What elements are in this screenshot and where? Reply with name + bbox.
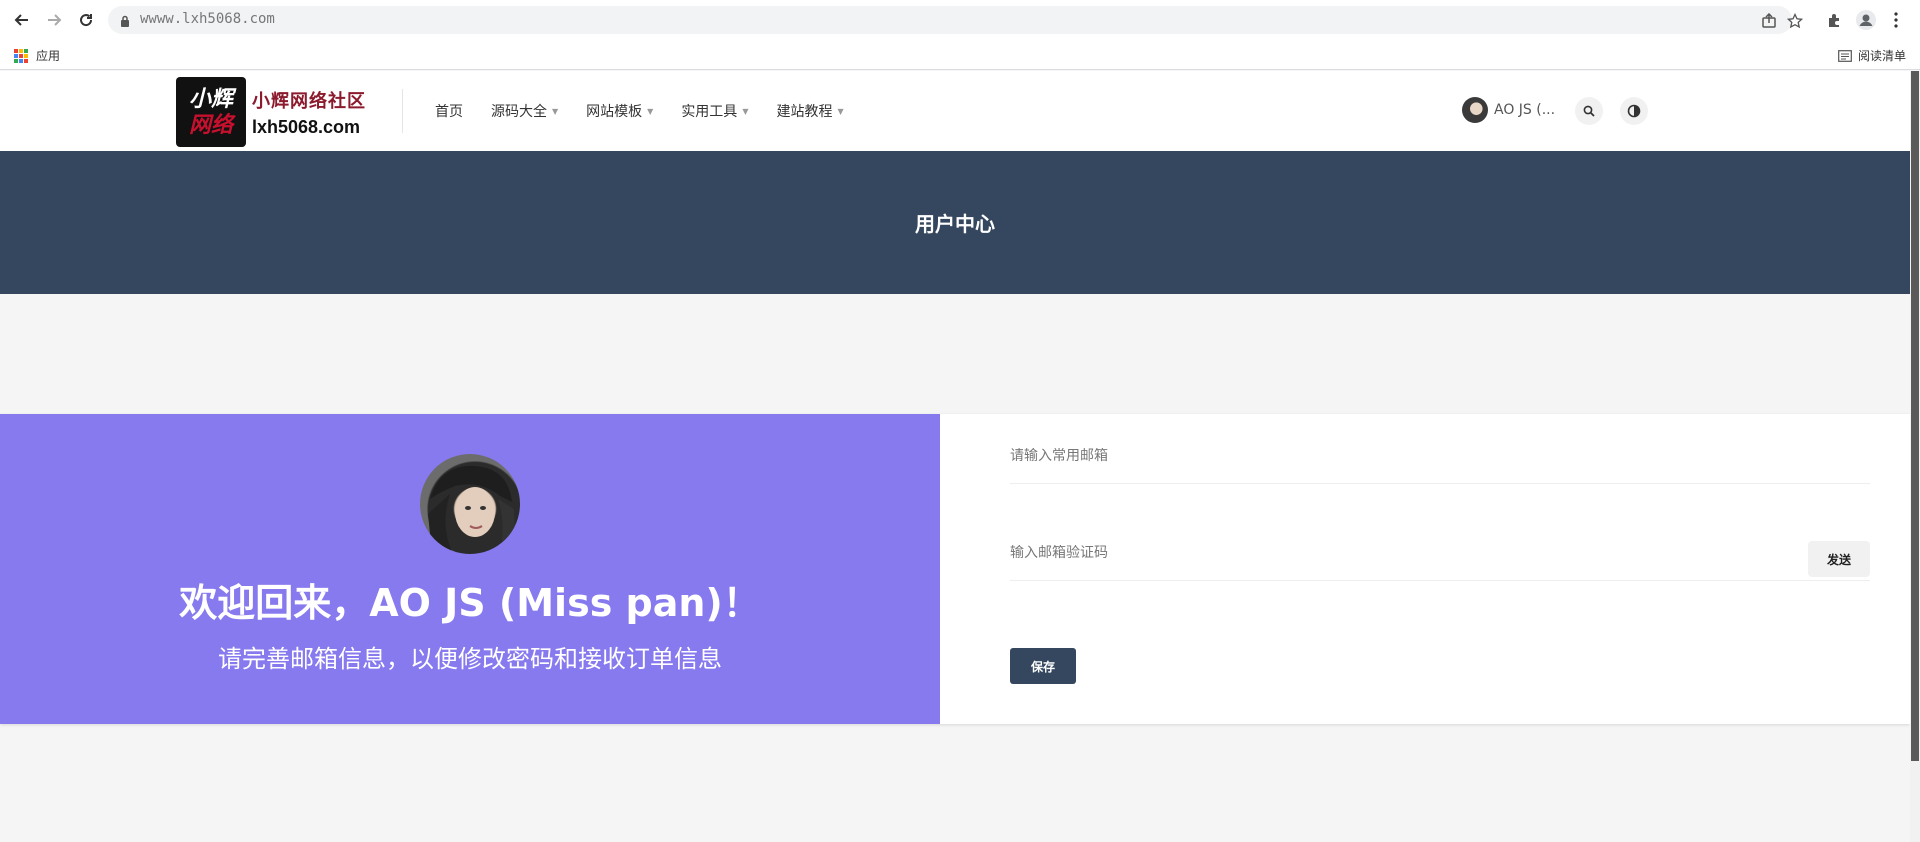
logo-cn-name: 小辉网络社区 [252,90,366,112]
address-bar[interactable]: wwww.lxh5068.com [108,6,1803,34]
profile-card: 欢迎回来，AO JS (Miss pan)！ 请完善邮箱信息，以便修改密码和接收… [0,414,1910,724]
reading-list-icon [1838,49,1852,62]
send-code-button[interactable]: 发送 [1808,541,1870,577]
site-logo[interactable]: 小辉 网络 小辉网络社区 lxh5068.com [176,77,366,147]
menu-item-tools[interactable]: 实用工具 ▼ [681,101,748,121]
site-header: 小辉 网络 小辉网络社区 lxh5068.com 首页 源码大全 ▼ 网站模板 … [0,71,1910,151]
logo-text: 小辉网络社区 lxh5068.com [252,87,366,138]
user-menu[interactable]: AO JS (... [1462,97,1555,123]
welcome-heading: 欢迎回来，AO JS (Miss pan)！ [179,581,761,625]
back-icon[interactable] [10,8,34,32]
apps-label: 应用 [36,49,61,63]
forward-icon[interactable] [42,8,66,32]
menu-item-label: 首页 [435,104,463,120]
menu-item-label: 源码大全 [491,104,547,120]
main-menu: 首页 源码大全 ▼ 网站模板 ▼ 实用工具 ▼ 建站教程 ▼ [435,101,844,121]
menu-item-templates[interactable]: 网站模板 ▼ [586,101,653,121]
bookmarks-bar: 应用 阅读清单 [0,40,1920,70]
chevron-down-icon: ▼ [647,106,654,116]
profile-icon[interactable] [1854,8,1878,32]
menu-item-label: 网站模板 [586,104,643,120]
lock-icon [120,13,130,32]
verification-code-row: 发送 [1010,531,1870,581]
theme-toggle-icon [1627,104,1641,118]
logo-badge: 小辉 网络 [176,77,246,147]
user-name: AO JS (... [1494,102,1556,118]
star-icon[interactable] [1786,12,1804,30]
welcome-subtitle: 请完善邮箱信息，以便修改密码和接收订单信息 [218,645,722,673]
chevron-down-icon: ▼ [742,106,749,116]
chevron-down-icon: ▼ [552,106,559,116]
reload-icon[interactable] [74,8,98,32]
browser-toolbar: wwww.lxh5068.com [0,0,1920,40]
bookmark-apps[interactable]: 应用 [14,47,60,64]
chevron-down-icon: ▼ [837,106,844,116]
logo-badge-line1: 小辉 [188,86,233,112]
logo-badge-line2: 网络 [188,112,233,138]
apps-grid-icon [14,48,28,63]
welcome-panel: 欢迎回来，AO JS (Miss pan)！ 请完善邮箱信息，以便修改密码和接收… [0,414,940,724]
menu-item-source-code[interactable]: 源码大全 ▼ [491,101,558,121]
search-button[interactable] [1575,97,1603,125]
search-icon [1583,105,1595,117]
share-icon[interactable] [1760,12,1778,30]
avatar[interactable] [420,454,520,554]
reading-list-label: 阅读清单 [1857,49,1906,63]
menu-kebab-icon[interactable] [1884,8,1908,32]
theme-toggle-button[interactable] [1620,97,1648,125]
header-divider [402,89,403,133]
menu-item-label: 建站教程 [776,104,833,120]
url-text: wwww.lxh5068.com [140,11,275,27]
menu-item-tutorials[interactable]: 建站教程 ▼ [776,101,843,121]
page-title: 用户中心 [915,212,995,236]
extensions-icon[interactable] [1822,8,1846,32]
save-button[interactable]: 保存 [1010,648,1076,684]
menu-item-label: 实用工具 [681,104,738,120]
email-row [1010,434,1870,484]
page-hero: 用户中心 [0,151,1910,294]
scrollbar-thumb[interactable] [1911,71,1919,761]
email-field[interactable] [1010,448,1770,464]
reading-list[interactable]: 阅读清单 [1838,47,1906,64]
logo-domain: lxh5068.com [252,116,361,137]
menu-item-home[interactable]: 首页 [435,101,463,121]
avatar [1462,97,1488,123]
verification-code-field[interactable] [1010,545,1770,561]
